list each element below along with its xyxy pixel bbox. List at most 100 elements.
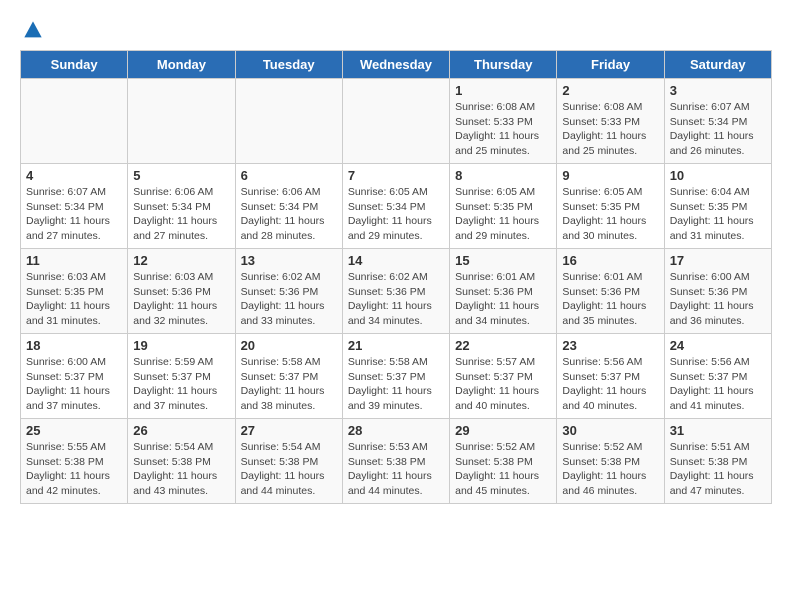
calendar-table: SundayMondayTuesdayWednesdayThursdayFrid…	[20, 50, 772, 504]
day-number: 4	[26, 168, 122, 183]
calendar-cell: 12Sunrise: 6:03 AM Sunset: 5:36 PM Dayli…	[128, 249, 235, 334]
calendar-cell: 24 Sunrise: 5:56 AM Sunset: 5:37 PM Dayli…	[664, 334, 771, 419]
day-number: 5	[133, 168, 229, 183]
calendar-cell: 6 Sunrise: 6:06 AM Sunset: 5:34 PM Daylig…	[235, 164, 342, 249]
day-number: 24	[670, 338, 766, 353]
calendar-cell	[21, 79, 128, 164]
day-number: 27	[241, 423, 337, 438]
calendar-cell: 21 Sunrise: 5:58 AM Sunset: 5:37 PM Dayli…	[342, 334, 449, 419]
calendar-cell: 16Sunrise: 6:01 AM Sunset: 5:36 PM Dayli…	[557, 249, 664, 334]
day-number: 11	[26, 253, 122, 268]
day-number: 22	[455, 338, 551, 353]
calendar-cell: 9 Sunrise: 6:05 AM Sunset: 5:35 PM Daylig…	[557, 164, 664, 249]
day-number: 12	[133, 253, 229, 268]
day-header: Sunday	[21, 51, 128, 79]
day-number: 2	[562, 83, 658, 98]
day-info: Sunrise: 6:01 AM Sunset: 5:36 PM Dayligh…	[455, 270, 551, 329]
calendar-cell: 3 Sunrise: 6:07 AM Sunset: 5:34 PM Daylig…	[664, 79, 771, 164]
day-info: Sunrise: 5:57 AM Sunset: 5:37 PM Dayligh…	[455, 355, 551, 414]
day-number: 30	[562, 423, 658, 438]
day-number: 26	[133, 423, 229, 438]
day-number: 6	[241, 168, 337, 183]
day-number: 17	[670, 253, 766, 268]
day-number: 18	[26, 338, 122, 353]
day-number: 21	[348, 338, 444, 353]
calendar-cell: 15 Sunrise: 6:01 AM Sunset: 5:36 PM Dayli…	[450, 249, 557, 334]
day-number: 7	[348, 168, 444, 183]
day-header: Monday	[128, 51, 235, 79]
calendar-cell: 13 Sunrise: 6:02 AM Sunset: 5:36 PM Dayli…	[235, 249, 342, 334]
day-number: 15	[455, 253, 551, 268]
calendar-cell: 27 Sunrise: 5:54 AM Sunset: 5:38 PM Dayli…	[235, 419, 342, 504]
day-info: Sunrise: 6:06 AM Sunset: 5:34 PM Dayligh…	[133, 185, 229, 244]
day-header: Thursday	[450, 51, 557, 79]
day-info: Sunrise: 6:08 AM Sunset: 5:33 PM Dayligh…	[455, 100, 551, 159]
page-header	[20, 20, 772, 40]
day-info: Sunrise: 6:07 AM Sunset: 5:34 PM Dayligh…	[670, 100, 766, 159]
calendar-cell: 19 Sunrise: 5:59 AM Sunset: 5:37 PM Dayli…	[128, 334, 235, 419]
day-number: 28	[348, 423, 444, 438]
day-number: 13	[241, 253, 337, 268]
day-header: Saturday	[664, 51, 771, 79]
day-number: 1	[455, 83, 551, 98]
logo-icon	[23, 20, 43, 40]
day-info: Sunrise: 5:56 AM Sunset: 5:37 PM Dayligh…	[562, 355, 658, 414]
day-header: Wednesday	[342, 51, 449, 79]
calendar-cell: 11 Sunrise: 6:03 AM Sunset: 5:35 PM Dayli…	[21, 249, 128, 334]
day-info: Sunrise: 6:05 AM Sunset: 5:35 PM Dayligh…	[455, 185, 551, 244]
day-info: Sunrise: 5:52 AM Sunset: 5:38 PM Dayligh…	[455, 440, 551, 499]
day-info: Sunrise: 6:00 AM Sunset: 5:36 PM Dayligh…	[670, 270, 766, 329]
calendar-cell: 17 Sunrise: 6:00 AM Sunset: 5:36 PM Dayli…	[664, 249, 771, 334]
calendar-cell: 20 Sunrise: 5:58 AM Sunset: 5:37 PM Dayli…	[235, 334, 342, 419]
day-info: Sunrise: 5:58 AM Sunset: 5:37 PM Dayligh…	[241, 355, 337, 414]
calendar-cell	[128, 79, 235, 164]
day-number: 9	[562, 168, 658, 183]
calendar-cell: 10 Sunrise: 6:04 AM Sunset: 5:35 PM Dayli…	[664, 164, 771, 249]
day-info: Sunrise: 6:02 AM Sunset: 5:36 PM Dayligh…	[348, 270, 444, 329]
day-info: Sunrise: 6:05 AM Sunset: 5:35 PM Dayligh…	[562, 185, 658, 244]
calendar-cell: 22 Sunrise: 5:57 AM Sunset: 5:37 PM Dayli…	[450, 334, 557, 419]
calendar-cell: 30Sunrise: 5:52 AM Sunset: 5:38 PM Dayli…	[557, 419, 664, 504]
calendar-cell: 4Sunrise: 6:07 AM Sunset: 5:34 PM Daylig…	[21, 164, 128, 249]
day-header: Tuesday	[235, 51, 342, 79]
calendar-cell: 31 Sunrise: 5:51 AM Sunset: 5:38 PM Dayli…	[664, 419, 771, 504]
day-info: Sunrise: 6:01 AM Sunset: 5:36 PM Dayligh…	[562, 270, 658, 329]
calendar-cell	[235, 79, 342, 164]
day-info: Sunrise: 5:55 AM Sunset: 5:38 PM Dayligh…	[26, 440, 122, 499]
day-number: 31	[670, 423, 766, 438]
day-number: 10	[670, 168, 766, 183]
calendar-cell: 7 Sunrise: 6:05 AM Sunset: 5:34 PM Daylig…	[342, 164, 449, 249]
day-info: Sunrise: 6:02 AM Sunset: 5:36 PM Dayligh…	[241, 270, 337, 329]
day-number: 14	[348, 253, 444, 268]
day-info: Sunrise: 5:58 AM Sunset: 5:37 PM Dayligh…	[348, 355, 444, 414]
calendar-cell: 28 Sunrise: 5:53 AM Sunset: 5:38 PM Dayli…	[342, 419, 449, 504]
day-number: 3	[670, 83, 766, 98]
day-header: Friday	[557, 51, 664, 79]
day-number: 19	[133, 338, 229, 353]
day-number: 20	[241, 338, 337, 353]
day-info: Sunrise: 5:51 AM Sunset: 5:38 PM Dayligh…	[670, 440, 766, 499]
day-info: Sunrise: 6:06 AM Sunset: 5:34 PM Dayligh…	[241, 185, 337, 244]
calendar-cell: 29 Sunrise: 5:52 AM Sunset: 5:38 PM Dayli…	[450, 419, 557, 504]
day-info: Sunrise: 5:53 AM Sunset: 5:38 PM Dayligh…	[348, 440, 444, 499]
day-info: Sunrise: 6:08 AM Sunset: 5:33 PM Dayligh…	[562, 100, 658, 159]
day-info: Sunrise: 6:00 AM Sunset: 5:37 PM Dayligh…	[26, 355, 122, 414]
day-info: Sunrise: 6:03 AM Sunset: 5:35 PM Dayligh…	[26, 270, 122, 329]
calendar-cell: 18 Sunrise: 6:00 AM Sunset: 5:37 PM Dayli…	[21, 334, 128, 419]
day-info: Sunrise: 5:54 AM Sunset: 5:38 PM Dayligh…	[133, 440, 229, 499]
logo	[20, 20, 43, 40]
day-info: Sunrise: 6:04 AM Sunset: 5:35 PM Dayligh…	[670, 185, 766, 244]
calendar-cell: 25 Sunrise: 5:55 AM Sunset: 5:38 PM Dayli…	[21, 419, 128, 504]
day-info: Sunrise: 6:05 AM Sunset: 5:34 PM Dayligh…	[348, 185, 444, 244]
day-number: 25	[26, 423, 122, 438]
day-info: Sunrise: 5:59 AM Sunset: 5:37 PM Dayligh…	[133, 355, 229, 414]
calendar-cell: 26 Sunrise: 5:54 AM Sunset: 5:38 PM Dayli…	[128, 419, 235, 504]
calendar-cell: 23 Sunrise: 5:56 AM Sunset: 5:37 PM Dayli…	[557, 334, 664, 419]
day-info: Sunrise: 5:56 AM Sunset: 5:37 PM Dayligh…	[670, 355, 766, 414]
day-number: 8	[455, 168, 551, 183]
calendar-cell: 8 Sunrise: 6:05 AM Sunset: 5:35 PM Daylig…	[450, 164, 557, 249]
day-number: 23	[562, 338, 658, 353]
day-info: Sunrise: 5:54 AM Sunset: 5:38 PM Dayligh…	[241, 440, 337, 499]
calendar-cell: 1 Sunrise: 6:08 AM Sunset: 5:33 PM Daylig…	[450, 79, 557, 164]
day-number: 29	[455, 423, 551, 438]
